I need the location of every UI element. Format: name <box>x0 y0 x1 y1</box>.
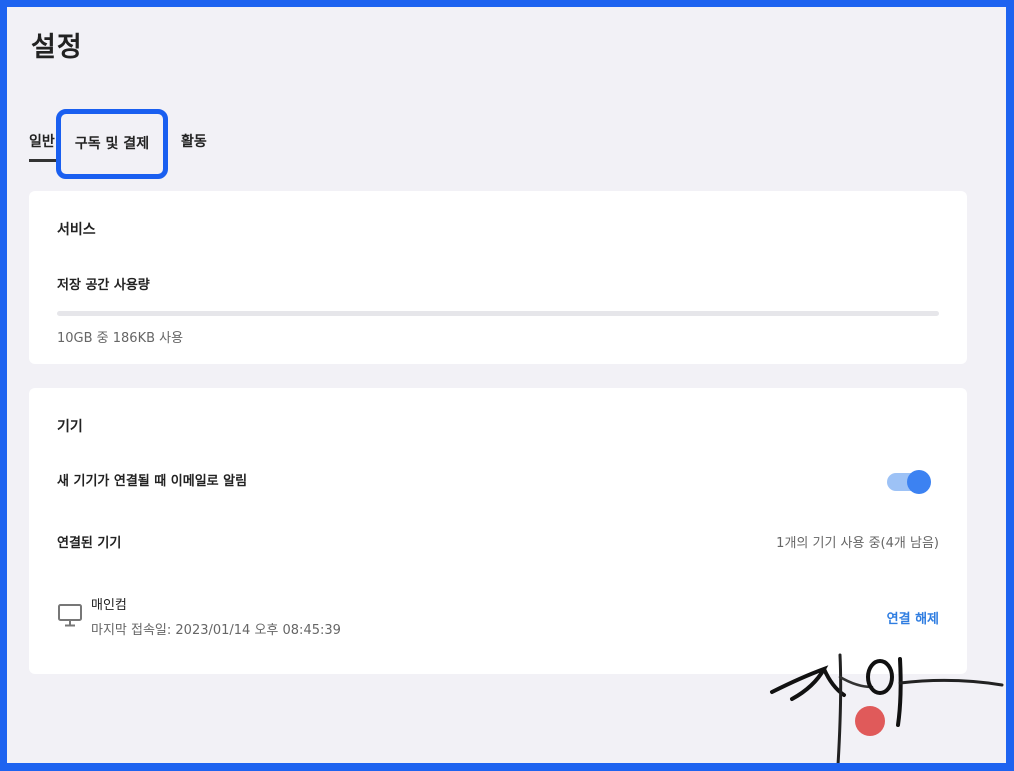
storage-usage-label: 저장 공간 사용량 <box>57 278 150 293</box>
tab-subscription-highlight[interactable]: 구독 및 결제 <box>56 109 168 179</box>
service-section-title: 서비스 <box>57 222 96 238</box>
tab-subscription-label: 구독 및 결제 <box>74 136 150 152</box>
toggle-knob <box>907 470 931 494</box>
notify-email-label: 새 기기가 연결될 때 이메일로 알림 <box>57 474 248 489</box>
device-last-access: 마지막 접속일: 2023/01/14 오후 08:45:39 <box>91 623 341 638</box>
connected-devices-count: 1개의 기기 사용 중(4개 남음) <box>776 536 939 551</box>
storage-usage-text: 10GB 중 186KB 사용 <box>57 331 184 346</box>
notify-email-toggle[interactable] <box>887 470 931 494</box>
connected-devices-label: 연결된 기기 <box>57 536 122 551</box>
storage-progress-bar <box>57 311 939 316</box>
service-card: 서비스 저장 공간 사용량 10GB 중 186KB 사용 <box>29 191 967 364</box>
settings-window: 설정 일반 구독 및 결제 활동 구독 및 결제 서비스 저장 공간 사용량 1… <box>7 7 1006 763</box>
page-title: 설정 <box>31 32 83 63</box>
tab-activity[interactable]: 활동 <box>181 131 207 162</box>
device-name: 매인컴 <box>91 598 127 613</box>
device-section-title: 기기 <box>57 419 83 435</box>
device-card: 기기 새 기기가 연결될 때 이메일로 알림 연결된 기기 1개의 기기 사용 … <box>29 388 967 674</box>
monitor-icon <box>58 604 82 627</box>
disconnect-button[interactable]: 연결 해제 <box>887 608 939 627</box>
signature-watermark <box>770 653 1004 763</box>
